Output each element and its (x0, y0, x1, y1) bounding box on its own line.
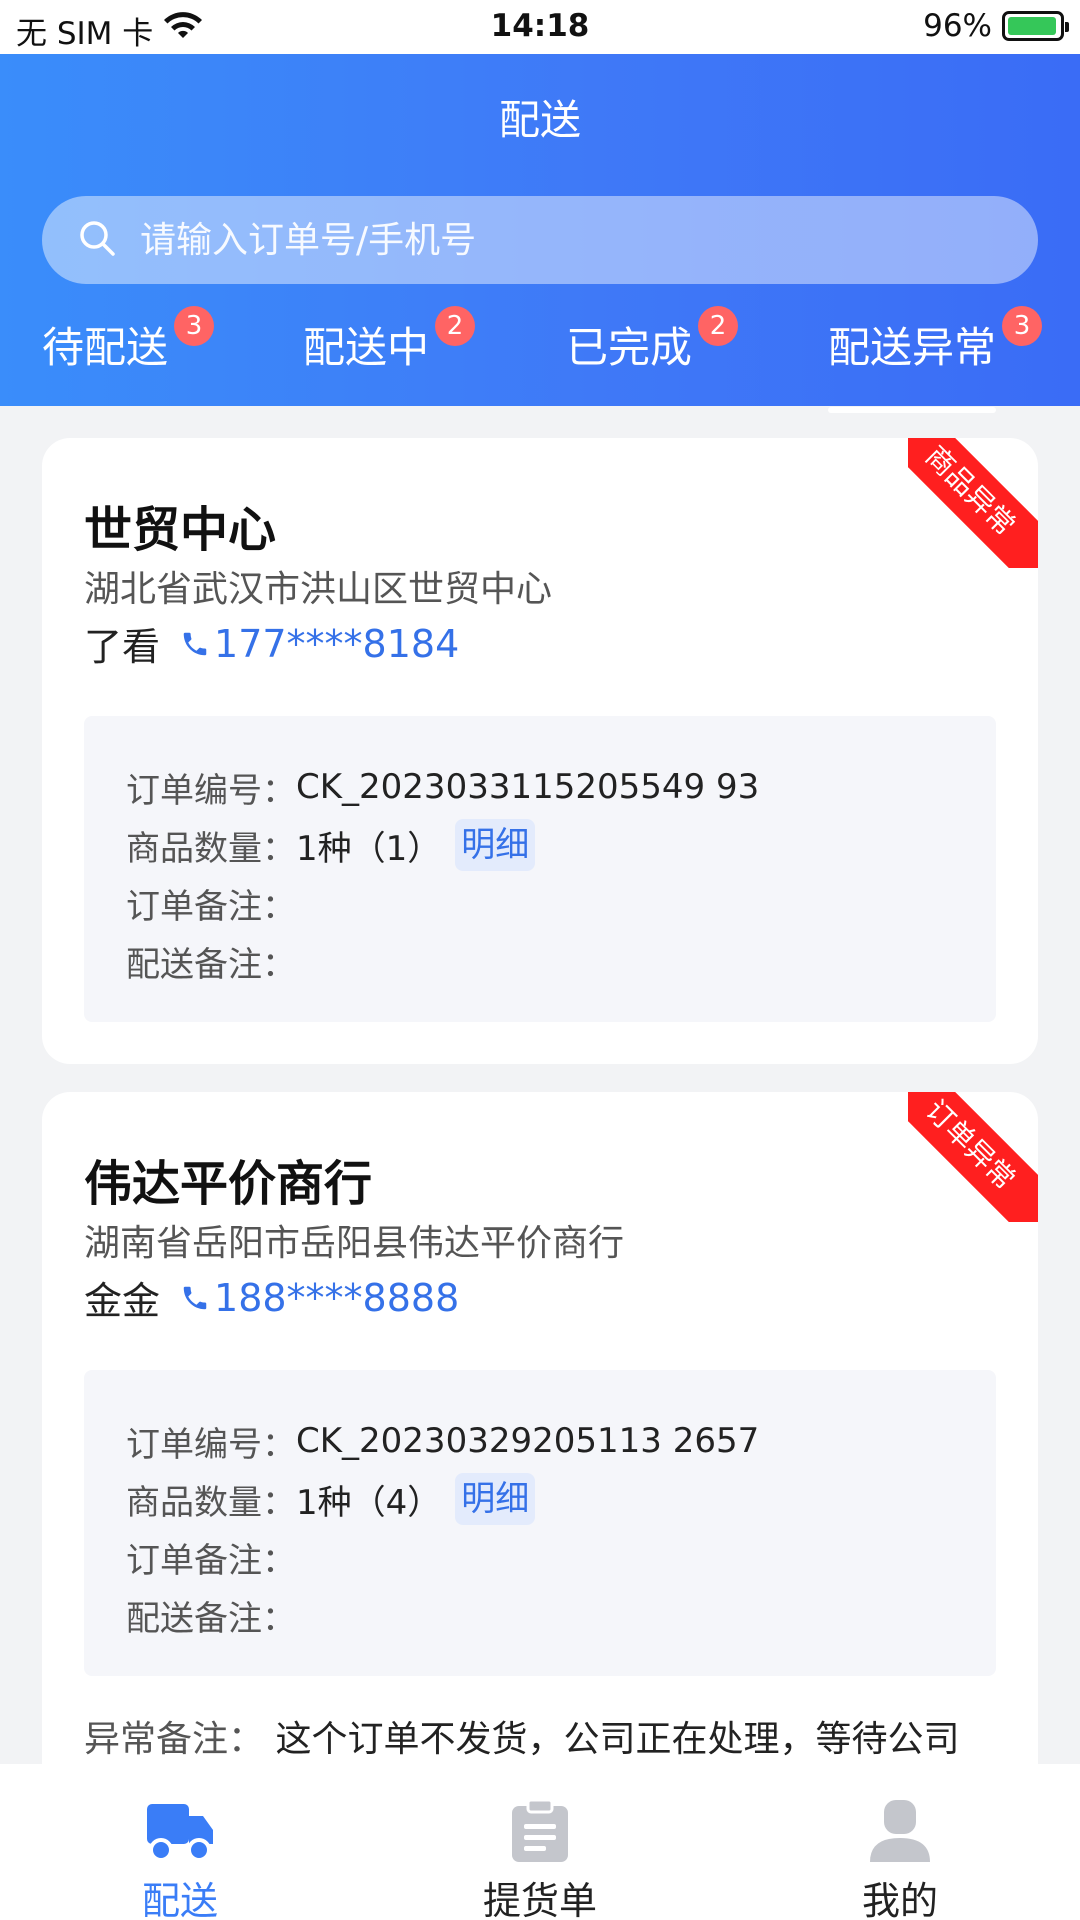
order-no-label: 订单编号： (126, 770, 296, 811)
nav-pickup-list[interactable]: 提货单 (390, 1764, 690, 1920)
tab-delivering[interactable]: 配送中 2 (303, 306, 476, 375)
order-remark-label: 订单备注： (126, 886, 296, 927)
clipboard-icon (390, 1764, 690, 1864)
tab-label: 配送异常 (828, 323, 997, 372)
order-no-label: 订单编号： (126, 1424, 296, 1465)
search-icon (78, 219, 116, 261)
order-no-value: CK_20230329205113 2657 (296, 1421, 760, 1461)
search-bar[interactable] (42, 196, 1038, 284)
quantity-label: 商品数量： (126, 1482, 296, 1523)
quantity-value: 1种（1） (296, 828, 442, 869)
nav-label: 提货单 (482, 1879, 597, 1920)
status-tabs: 待配送 3 配送中 2 已完成 2 配送异常 3 (0, 300, 1080, 413)
delivery-remark-label: 配送备注： (126, 1598, 296, 1639)
bottom-tab-bar: 配送 提货单 我的 (0, 1764, 1080, 1920)
page-title: 配送 (499, 96, 581, 144)
quantity-value: 1种（4） (296, 1482, 442, 1523)
nav-label: 配送 (141, 1879, 218, 1920)
tab-completed[interactable]: 已完成 2 (566, 306, 739, 375)
tab-label: 待配送 (42, 323, 169, 372)
battery-percent: 96% (923, 8, 992, 44)
order-remark-row: 订单备注： (126, 874, 996, 932)
shop-address: 湖南省岳阳市岳阳县伟达平价商行 (84, 1223, 625, 1264)
contact-row: 了看 177****8184 (84, 616, 459, 671)
truck-icon (30, 1764, 330, 1864)
order-remark-label: 订单备注： (126, 1540, 296, 1581)
exception-remark-label: 异常备注： (84, 1719, 265, 1760)
tab-label: 已完成 (566, 323, 693, 372)
tab-badge: 2 (435, 306, 476, 346)
phone-link[interactable]: 177****8184 (180, 622, 459, 666)
shop-name: 世贸中心 (84, 502, 277, 558)
order-no-row: 订单编号： CK_20230329205113 2657 (126, 1412, 996, 1470)
shop-address: 湖北省武汉市洪山区世贸中心 (84, 569, 553, 610)
ribbon-wrap: 商品异常 (908, 438, 1038, 568)
phone-number: 188****8888 (214, 1275, 460, 1320)
search-input[interactable] (140, 219, 960, 261)
quantity-label: 商品数量： (126, 828, 296, 869)
nav-label: 我的 (861, 1879, 938, 1920)
order-info-box: 订单编号： CK_20230329205113 2657 商品数量： 1种（4）… (84, 1370, 996, 1676)
phone-number: 177****8184 (214, 621, 460, 666)
detail-button[interactable]: 明细 (455, 1473, 536, 1525)
user-icon (750, 1764, 1050, 1864)
order-info-box: 订单编号： CK_2023033115205549 93 商品数量： 1种（1）… (84, 716, 996, 1022)
order-card[interactable]: 订单异常 伟达平价商行 湖南省岳阳市岳阳县伟达平价商行 金金 188****88… (42, 1092, 1038, 1792)
exception-remark: 异常备注： 这个订单不发货，公司正在处理，等待公司 (84, 1710, 959, 1762)
clock: 14:18 (490, 8, 590, 44)
order-card[interactable]: 商品异常 世贸中心 湖北省武汉市洪山区世贸中心 了看 177****8184 订… (42, 438, 1038, 1064)
contact-name: 金金 (84, 1279, 161, 1323)
exception-ribbon: 订单异常 (908, 1092, 1038, 1222)
tab-exception[interactable]: 配送异常 3 (828, 306, 1043, 413)
shop-name: 伟达平价商行 (84, 1156, 373, 1212)
order-no-row: 订单编号： CK_2023033115205549 93 (126, 758, 996, 816)
tab-badge: 3 (1002, 306, 1043, 346)
status-bar: 无 SIM 卡 14:18 96% (0, 0, 1080, 54)
delivery-remark-row: 配送备注： (126, 1586, 996, 1644)
exception-ribbon: 商品异常 (908, 438, 1038, 568)
ribbon-wrap: 订单异常 (908, 1092, 1038, 1222)
exception-remark-text: 这个订单不发货，公司正在处理，等待公司 (275, 1719, 960, 1760)
contact-row: 金金 188****8888 (84, 1270, 459, 1325)
battery-icon (1002, 11, 1069, 41)
detail-button[interactable]: 明细 (455, 819, 536, 871)
nav-delivery[interactable]: 配送 (30, 1764, 330, 1920)
delivery-remark-label: 配送备注： (126, 944, 296, 985)
order-no-value: CK_2023033115205549 93 (296, 767, 760, 807)
order-remark-row: 订单备注： (126, 1528, 996, 1586)
tab-badge: 3 (174, 306, 215, 346)
quantity-row: 商品数量： 1种（1） 明细 (126, 816, 996, 874)
phone-icon (183, 1286, 207, 1309)
contact-name: 了看 (84, 625, 161, 669)
tab-pending[interactable]: 待配送 3 (42, 306, 215, 375)
nav-mine[interactable]: 我的 (750, 1764, 1050, 1920)
tab-label: 配送中 (303, 323, 430, 372)
phone-link[interactable]: 188****8888 (180, 1276, 459, 1320)
tab-badge: 2 (698, 306, 739, 346)
quantity-row: 商品数量： 1种（4） 明细 (126, 1470, 996, 1528)
delivery-remark-row: 配送备注： (126, 932, 996, 990)
phone-icon (183, 632, 207, 655)
